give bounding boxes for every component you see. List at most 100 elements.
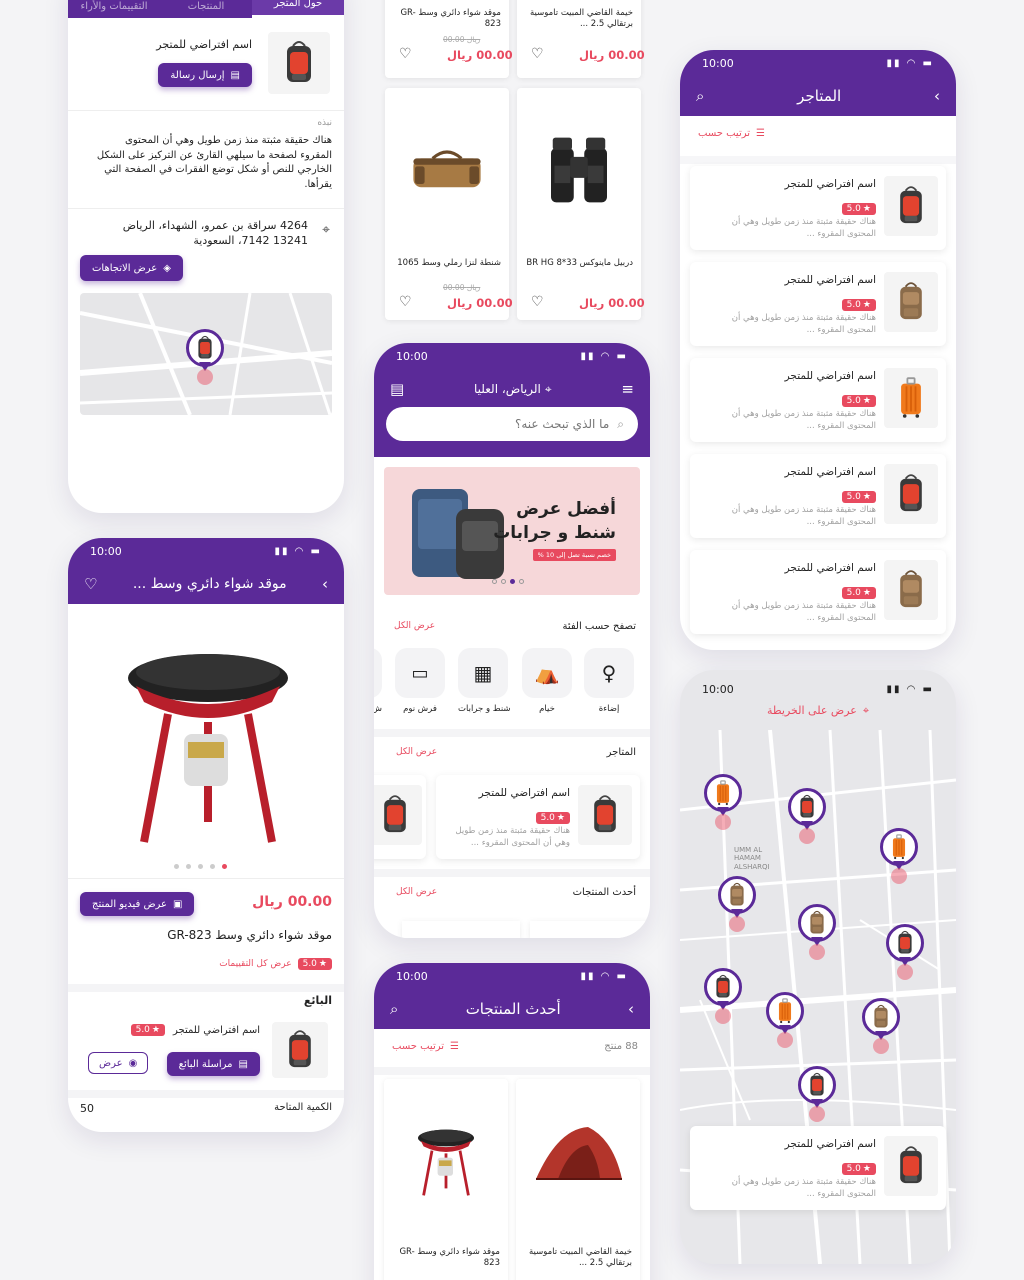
store-desc: هناك حقيقة مثبتة منذ زمن طويل وهي أن الم…	[455, 826, 570, 849]
tent-icon: ⛺	[534, 661, 560, 685]
home-title-bar: ≡ ⌖ الرياض، العليا ▤	[374, 369, 650, 409]
promo-banner[interactable]: أفضل عرض شنط و جرابات خصم نسبة تصل إلى 1…	[384, 467, 640, 595]
store-card[interactable]: اسم افتراضي للمتجر ★ 5.0 هناك حقيقة مثبتة م…	[690, 166, 946, 250]
signal-icons: ▮▮ ◠ ▬	[274, 545, 322, 557]
category-tents[interactable]: ⛺ خيام	[522, 648, 572, 714]
backpack-icon	[279, 38, 319, 88]
product-price: 00.00 ريال	[447, 296, 513, 310]
directions-label: عرض الاتجاهات	[92, 262, 158, 274]
message-seller-button[interactable]: ▤ مراسلة البائع	[166, 1052, 260, 1076]
map-marker[interactable]	[798, 1066, 836, 1122]
back-chevron-icon[interactable]: ›	[322, 575, 328, 593]
status-time: 10:00	[702, 56, 734, 70]
search-icon[interactable]: ⌕	[390, 1000, 398, 1018]
tab-reviews[interactable]: التقييمات والأراء	[68, 0, 160, 18]
product-card-partial[interactable]	[530, 921, 648, 938]
store-desc: هناك حقيقة مثبتة منذ زمن طويل وهي أن الم…	[731, 217, 876, 240]
heart-icon[interactable]: ♡	[399, 46, 412, 62]
store-card[interactable]: اسم افتراضي للمتجر ★ 5.0 هناك حقيقة مثبتة م…	[690, 550, 946, 634]
category-partial[interactable]: ش	[374, 648, 382, 714]
store-thumb	[578, 785, 632, 845]
product-card[interactable]: موقد شواء دائري وسط GR-823 00.00 ريال 00…	[385, 0, 513, 78]
map-marker[interactable]	[862, 998, 900, 1054]
map-marker[interactable]	[186, 329, 224, 385]
all-reviews-link[interactable]: عرض كل التقييمات	[219, 959, 291, 969]
message-seller-label: مراسلة البائع	[178, 1058, 233, 1070]
product-price: 00.00 ريال	[579, 296, 645, 310]
heart-icon[interactable]: ♡	[399, 294, 412, 310]
menu-icon[interactable]: ≡	[621, 380, 634, 398]
location-selector[interactable]: ⌖ الرياض، العليا	[474, 382, 552, 397]
category-bags[interactable]: ▦ شنط و جرابات	[458, 648, 511, 714]
star-icon: ★	[862, 1164, 871, 1174]
product-name: موقد شواء دائري وسط GR-823	[400, 8, 501, 30]
chat-icon[interactable]: ▤	[390, 380, 404, 398]
view-seller-button[interactable]: ◉ عرض	[88, 1052, 149, 1074]
store-map[interactable]	[80, 293, 332, 415]
sort-label: ترتيب حسب	[698, 128, 751, 139]
store-thumb	[884, 560, 938, 620]
store-name: اسم افتراضي للمتجر	[784, 370, 876, 382]
back-chevron-icon[interactable]: ›	[934, 87, 940, 105]
show-on-map-button[interactable]: ⌖ عرض على الخريطة	[680, 704, 956, 718]
sort-button[interactable]: ☰ ترتيب حسب	[698, 128, 765, 139]
product-name: دربيل ماينوكس 33*8 BR HG	[526, 258, 633, 268]
view-all-categories[interactable]: عرض الكل	[394, 621, 435, 631]
store-product-icon	[712, 973, 734, 1001]
map-marker[interactable]	[718, 876, 756, 932]
heart-icon[interactable]: ♡	[84, 575, 97, 593]
store-card[interactable]: اسم افتراضي للمتجر ★ 5.0 هناك حقيقة مثبتة…	[436, 775, 640, 859]
map-marker[interactable]	[886, 924, 924, 980]
heart-icon[interactable]: ♡	[531, 294, 544, 310]
location-pin-icon: ⌖	[862, 704, 870, 717]
grill-image[interactable]	[108, 618, 308, 858]
search-bar[interactable]: ⌕	[386, 407, 638, 441]
product-name: موقد شواء دائري وسط GR-823	[399, 1247, 500, 1269]
rating-badge: ★ 5.0	[841, 395, 876, 407]
category-lighting[interactable]: ♀ إضاءة	[584, 648, 634, 714]
store-card[interactable]: اسم افتراضي للمتجر ★ 5.0 هناك حقيقة مثبتة م…	[690, 262, 946, 346]
status-bar: 10:00 ▮▮ ◠ ▬	[680, 50, 956, 76]
product-card[interactable]: خيمة القاضي المبيت تاموسية برتقالي 2.5 .…	[516, 1079, 640, 1280]
product-card[interactable]: شنطة لنزا رملي وسط 1065 00.00 ريال 00.00…	[385, 88, 513, 320]
directions-button[interactable]: ◈ عرض الاتجاهات	[80, 255, 183, 281]
sort-button[interactable]: ☰ ترتيب حسب	[392, 1041, 459, 1052]
reviews-row[interactable]: ★ 5.0 عرض كل التقييمات	[219, 958, 332, 970]
store-product-icon	[888, 833, 910, 861]
stores-header: 10:00 ▮▮ ◠ ▬ › المتاجر ⌕	[680, 50, 956, 116]
backpack-icon	[194, 334, 216, 362]
product-old-price: 00.00 ريال	[443, 35, 481, 44]
store-address: 4264 سراقة بن عمرو، الشهداء، الرياض 1324…	[122, 219, 308, 248]
map-marker[interactable]	[788, 788, 826, 844]
product-card[interactable]: خيمة القاضي المبيت تاموسية برتقالي 2.5 .…	[517, 0, 645, 78]
view-all-products[interactable]: عرض الكل	[396, 887, 437, 897]
tab-reviews-label: التقييمات والأراء	[80, 1, 148, 12]
search-input[interactable]	[400, 417, 610, 431]
tab-about[interactable]: حول المتجر	[252, 0, 344, 18]
category-bedding[interactable]: ▭ فرش نوم	[395, 648, 445, 714]
map-marker[interactable]	[704, 774, 742, 830]
status-time: 10:00	[396, 349, 428, 363]
product-card[interactable]: دربيل ماينوكس 33*8 BR HG 00.00 ريال ♡	[517, 88, 645, 320]
map-store-card[interactable]: اسم افتراضي للمتجر ★ 5.0 هناك حقيقة مثبتة…	[690, 1126, 946, 1210]
product-card[interactable]: موقد شواء دائري وسط GR-823	[384, 1079, 508, 1280]
store-card-partial[interactable]	[374, 775, 426, 859]
map-marker[interactable]	[766, 992, 804, 1048]
map-marker[interactable]	[880, 828, 918, 884]
heart-icon[interactable]: ♡	[531, 46, 544, 62]
about-text: هناك حقيقة مثبتة منذ زمن طويل وهي أن الم…	[96, 135, 332, 190]
map-marker[interactable]	[798, 904, 836, 960]
search-icon[interactable]: ⌕	[696, 87, 704, 105]
send-message-button[interactable]: ▤ إرسال رسالة	[158, 63, 252, 87]
rating-value: 5.0	[846, 300, 861, 310]
back-chevron-icon[interactable]: ›	[628, 1000, 634, 1018]
video-button[interactable]: ▣ عرض فيديو المنتج	[80, 892, 195, 916]
rating-value: 5.0	[846, 492, 861, 502]
map-marker[interactable]	[704, 968, 742, 1024]
product-card-partial[interactable]	[402, 921, 520, 938]
view-all-stores[interactable]: عرض الكل	[396, 747, 437, 757]
store-product-icon	[774, 997, 796, 1025]
tab-products[interactable]: المنتجات	[160, 0, 252, 18]
store-card[interactable]: اسم افتراضي للمتجر ★ 5.0 هناك حقيقة مثبتة م…	[690, 358, 946, 442]
store-card[interactable]: اسم افتراضي للمتجر ★ 5.0 هناك حقيقة مثبتة م…	[690, 454, 946, 538]
